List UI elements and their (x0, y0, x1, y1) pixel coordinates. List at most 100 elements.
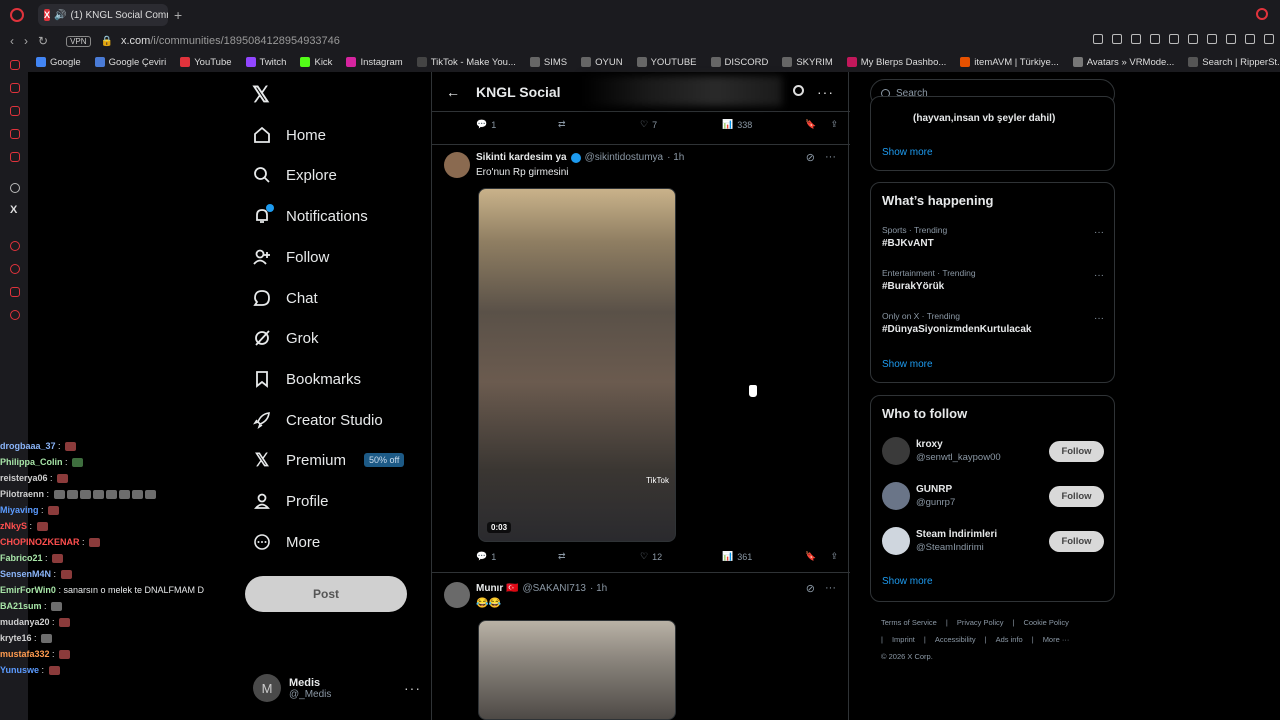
bookmark-item[interactable]: SKYRIM (782, 57, 833, 68)
bookmark-item[interactable]: Search | RipperSt... (1188, 57, 1280, 68)
x-logo-icon[interactable]: 𝕏 (252, 82, 270, 108)
reload-icon[interactable]: ↻ (38, 34, 48, 48)
bookmark-item[interactable]: DISCORD (710, 57, 768, 68)
extensions-icon[interactable] (1226, 34, 1236, 44)
vpn-badge[interactable]: VPN (66, 35, 91, 47)
repost-button[interactable]: ⇄ (558, 119, 640, 130)
chat-username[interactable]: reisterya06 (0, 473, 48, 483)
nav-follow[interactable]: Follow (252, 245, 329, 269)
tab-search-icon[interactable] (1256, 8, 1268, 20)
lock-icon[interactable]: 🔒 (101, 36, 113, 47)
nav-more[interactable]: More (252, 530, 320, 554)
follow-suggestion[interactable]: kroxy @senwtl_kaypow00 Follow (882, 437, 1104, 467)
footer-link[interactable]: More ··· (1043, 635, 1070, 644)
bookmark-icon[interactable]: 🔖 (805, 119, 816, 130)
footer-link[interactable]: © 2026 X Corp. (881, 652, 933, 661)
back-nav-icon[interactable]: ‹ (10, 34, 14, 48)
shield-icon[interactable] (1131, 34, 1141, 44)
chat-username[interactable]: Fabrico21 (0, 553, 43, 563)
nav-bookmarks[interactable]: Bookmarks (252, 367, 361, 391)
history-icon[interactable] (10, 264, 20, 274)
follow-suggestion[interactable]: GUNRP @gunrp7 Follow (882, 482, 1104, 512)
grok-explain-icon[interactable]: ⊘ (806, 582, 815, 595)
sidebar-icon-7[interactable] (10, 287, 20, 297)
profile-icon[interactable] (1245, 34, 1255, 44)
trend-more-icon[interactable]: ··· (1094, 313, 1104, 324)
account-more-icon[interactable]: ··· (404, 680, 421, 696)
chat-username[interactable]: Pilotraenn (0, 489, 44, 499)
opera-logo-icon[interactable] (10, 8, 24, 22)
bookmark-item[interactable]: Instagram (346, 57, 403, 68)
chat-username[interactable]: Miyaving (0, 505, 39, 515)
bookmark-item[interactable]: itemAVM | Türkiye... (960, 57, 1059, 68)
sidebar-icon-5[interactable] (10, 152, 20, 162)
sidebar-icon-4[interactable] (10, 129, 20, 139)
footer-link[interactable]: Accessibility (935, 635, 976, 644)
tweet-more-icon[interactable]: ··· (825, 151, 836, 164)
play-icon[interactable] (1188, 34, 1198, 44)
back-arrow-icon[interactable]: ← (446, 84, 460, 100)
avatar[interactable] (444, 582, 470, 608)
tweet-video[interactable]: TikTok 0:03 (478, 188, 676, 542)
footer-link[interactable]: Ads info (996, 635, 1023, 644)
community-more-icon[interactable]: ··· (817, 84, 834, 100)
share-icon[interactable]: ⇪ (830, 119, 838, 130)
tweet-more-icon[interactable]: ··· (825, 582, 836, 595)
chat-username[interactable]: zNkyS (0, 521, 27, 531)
settings-icon[interactable] (10, 310, 20, 320)
bookmark-item[interactable]: OYUN (581, 57, 623, 68)
follow-button[interactable]: Follow (1049, 441, 1104, 462)
nav-premium[interactable]: 𝕏 Premium 50% off (252, 448, 405, 472)
chat-username[interactable]: BA21sum (0, 601, 42, 611)
tweet-author-name[interactable]: Munır 🇹🇷 (476, 583, 518, 594)
views-button[interactable]: 📊 338 (722, 119, 802, 130)
sidebar-icon-3[interactable] (10, 106, 20, 116)
footer-link[interactable]: Imprint (892, 635, 915, 644)
chat-username[interactable]: mudanya20 (0, 617, 50, 627)
bookmark-item[interactable]: TikTok - Make You... (416, 57, 516, 68)
trend-item[interactable]: Sports · Trending #BJKvANT ··· (882, 225, 1104, 249)
footer-link[interactable]: Cookie Policy (1023, 618, 1068, 627)
tweet-time[interactable]: · 1h (667, 152, 684, 163)
trend-item[interactable]: Only on X · Trending #DünyaSiyonizmdenKu… (882, 311, 1104, 335)
nav-profile[interactable]: Profile (252, 489, 329, 513)
footer-link[interactable]: Terms of Service (881, 618, 937, 627)
tweet-author-name[interactable]: Sikinti kardesim ya (476, 152, 567, 163)
post-button[interactable]: Post (245, 576, 407, 612)
trend-more-icon[interactable]: ··· (1094, 227, 1104, 238)
nav-grok[interactable]: Grok (252, 326, 319, 350)
tweet-video[interactable] (478, 620, 676, 720)
bookmark-item[interactable]: SIMS (529, 57, 567, 68)
forward-nav-icon[interactable]: › (24, 34, 28, 48)
share-icon[interactable]: ⇪ (830, 551, 838, 562)
chat-username[interactable]: mustafa332 (0, 649, 50, 659)
bookmark-item[interactable]: YouTube (180, 57, 232, 68)
follow-suggestion[interactable]: Steam İndirimleri @SteamIndirimi Follow (882, 527, 1104, 557)
bookmark-item[interactable]: Kick (300, 57, 332, 68)
nav-home[interactable]: Home (252, 123, 326, 147)
bookmark-item[interactable]: Twitch (245, 57, 286, 68)
bookmark-item[interactable]: Avatars » VRMode... (1072, 57, 1174, 68)
snapshot-icon[interactable] (1112, 34, 1122, 44)
chat-username[interactable]: SensenM4N (0, 569, 51, 579)
reply-button[interactable]: 💬 1 (476, 119, 558, 130)
nav-chat[interactable]: Chat (252, 286, 318, 310)
follow-button[interactable]: Follow (1049, 486, 1104, 507)
reply-button[interactable]: 💬 1 (476, 551, 558, 562)
chat-username[interactable]: CHOPINOZKENAR (0, 537, 80, 547)
bookmark-icon[interactable]: 🔖 (805, 551, 816, 562)
menu-icon[interactable] (1264, 34, 1274, 44)
chat-username[interactable]: Yunuswe (0, 665, 39, 675)
bookmark-item[interactable]: My Blerps Dashbo... (846, 57, 946, 68)
chatgpt-icon[interactable] (10, 183, 20, 193)
speaker-icon[interactable]: 🔊 (54, 10, 66, 21)
repost-button[interactable]: ⇄ (558, 551, 640, 562)
sidebar-icon-2[interactable] (10, 83, 20, 93)
trend-more-icon[interactable]: ··· (1094, 270, 1104, 281)
grok-explain-icon[interactable]: ⊘ (806, 151, 815, 164)
bookmark-item[interactable]: YOUTUBE (636, 57, 697, 68)
chat-username[interactable]: EmirForWin0 (0, 585, 56, 595)
bookmark-item[interactable]: Google Çeviri (94, 57, 166, 68)
x-sidebar-icon[interactable]: X (10, 204, 17, 216)
nav-explore[interactable]: Explore (252, 163, 337, 187)
